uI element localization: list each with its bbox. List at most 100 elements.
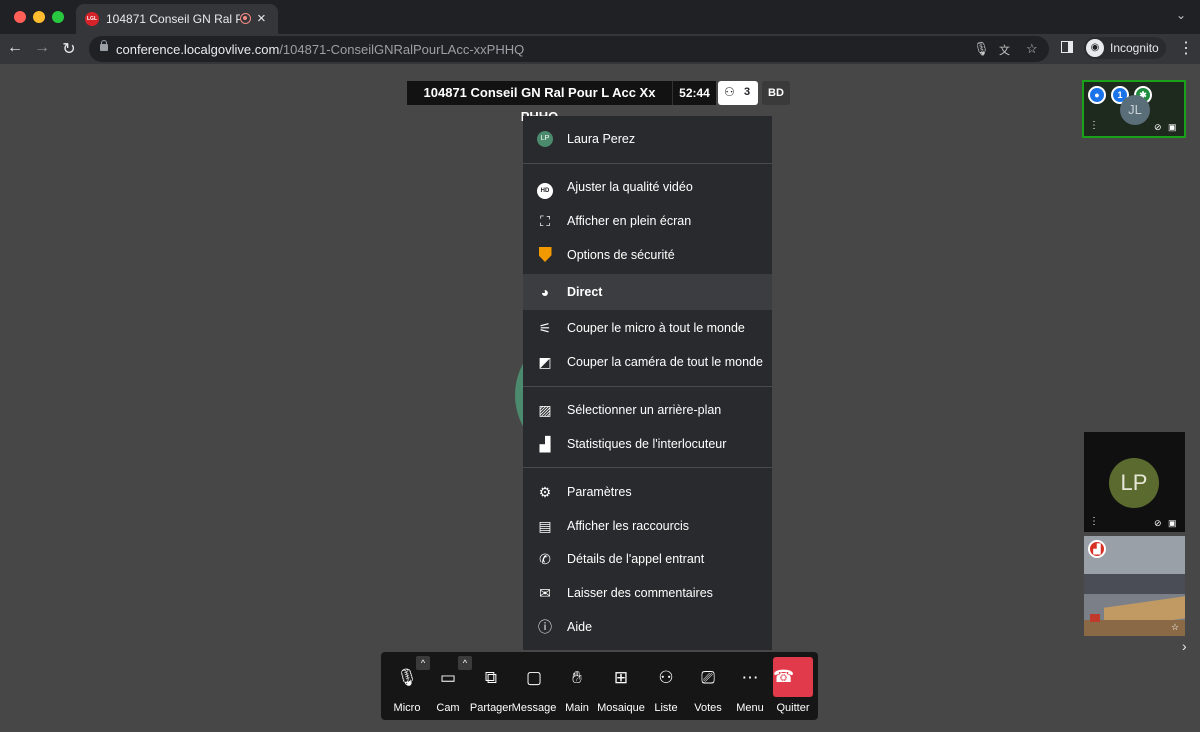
thumbnail-participant-jl[interactable]: ● 1 ✱ JL ⋮ ⊘ ▣ xyxy=(1082,80,1186,138)
more-options-menu: LP Laura Perez HD Ajuster la qualité vid… xyxy=(523,116,772,650)
hang-up-icon: ☎ xyxy=(773,667,795,686)
url-text: conference.localgovlive.com/104871-Conse… xyxy=(116,42,525,57)
localgovlive-favicon-icon: LGL xyxy=(85,12,99,26)
menu-item-live[interactable]: ◕ Direct xyxy=(523,274,772,310)
avatar: LP xyxy=(1109,458,1159,508)
thumbnail-menu-icon[interactable]: ⋮ xyxy=(1089,516,1099,527)
screen-share-icon: ⧉ xyxy=(484,668,498,687)
menu-item-fullscreen[interactable]: ⛶ Afficher en plein écran xyxy=(523,204,772,238)
room-object xyxy=(1090,614,1100,622)
side-panel-icon[interactable] xyxy=(1061,41,1073,53)
user-initials-badge[interactable]: BD xyxy=(762,81,790,105)
stats-icon: ▟ xyxy=(539,436,551,452)
thumbnail-participant-lp[interactable]: LP ⋮ ⊘ ▣ xyxy=(1084,432,1185,532)
pin-icon[interactable]: ☆ xyxy=(1171,622,1179,633)
browser-tab-bar: LGL 104871 Conseil GN Ral Pour × ⌄ xyxy=(0,0,1200,34)
shield-icon xyxy=(537,247,553,263)
tab-search-chevron-icon[interactable]: ⌄ xyxy=(1176,8,1186,22)
incognito-label: Incognito xyxy=(1110,41,1159,55)
microphone-off-icon: 🎙︎ xyxy=(396,668,418,687)
address-bar[interactable]: conference.localgovlive.com/104871-Conse… xyxy=(89,36,1049,62)
tile-view-icon: ⊞ xyxy=(613,668,629,687)
participants-icon: ⚇ xyxy=(658,668,674,687)
menu-item-background[interactable]: ▨ Sélectionner un arrière-plan xyxy=(523,393,772,427)
lock-icon[interactable] xyxy=(100,40,108,51)
menu-item-settings[interactable]: ⚙ Paramètres xyxy=(523,475,772,509)
menu-item-security[interactable]: Options de sécurité xyxy=(523,238,772,272)
room-floor xyxy=(1084,620,1185,636)
meeting-toolbar: 🎙︎ Micro ^ ▭ Cam ^ ⧉ Partager ▢ Message … xyxy=(381,652,818,720)
bookmark-star-icon[interactable]: ☆ xyxy=(1026,41,1038,57)
more-dots-icon: ⋯ xyxy=(741,668,759,687)
participant-count: 3 xyxy=(744,86,751,98)
quit-label: Quitter xyxy=(776,702,810,714)
document-icon: ▤ xyxy=(538,518,552,534)
feedback-icon: ✉ xyxy=(539,585,551,601)
meeting-timer: 52:44 xyxy=(672,81,716,105)
muted-mic-icon: ⊘ xyxy=(1154,518,1162,528)
image-icon: ▨ xyxy=(538,402,552,418)
raise-hand-icon: ✋︎ xyxy=(572,668,582,687)
participants-icon: ⚇ xyxy=(724,85,735,99)
camera-off-icon: ▭ xyxy=(439,668,457,687)
live-icon: ◕ xyxy=(540,284,550,300)
menu-item-dial-in[interactable]: ✆ Détails de l'appel entrant xyxy=(523,542,772,576)
chat-icon: ▢ xyxy=(525,668,543,687)
tab-title: 104871 Conseil GN Ral Pour xyxy=(106,12,240,26)
recording-indicator-icon xyxy=(240,13,251,24)
menu-item-mute-all[interactable]: ⚟ Couper le micro à tout le monde xyxy=(523,311,772,345)
avatar: LP xyxy=(537,131,553,147)
camera-off-icon: ▣ xyxy=(1168,122,1177,132)
gear-icon: ⚙ xyxy=(538,484,552,500)
chevron-right-icon[interactable]: › xyxy=(1182,638,1187,654)
menu-item-camera-off-all[interactable]: ◩ Couper la caméra de tout le monde xyxy=(523,345,772,379)
avatar: JL xyxy=(1120,95,1150,125)
window-minimize-button[interactable] xyxy=(33,11,45,23)
menu-item-feedback[interactable]: ✉ Laisser des commentaires xyxy=(523,576,772,610)
browser-tab[interactable]: LGL 104871 Conseil GN Ral Pour × xyxy=(76,4,278,34)
forward-arrow-icon[interactable]: → xyxy=(32,39,52,57)
microphone-icon[interactable]: 🎙︎ xyxy=(973,41,990,57)
main-button[interactable]: ✋︎ Main xyxy=(555,652,599,720)
vote-icon: ⎚ xyxy=(701,668,715,687)
menu-item-video-quality[interactable]: HD Ajuster la qualité vidéo xyxy=(523,170,772,204)
incognito-profile-button[interactable]: ◉ Incognito xyxy=(1084,37,1166,59)
room-desk xyxy=(1084,574,1185,594)
message-button[interactable]: ▢ Message xyxy=(512,652,557,720)
mute-all-icon: ⚟ xyxy=(538,320,552,336)
menu-divider xyxy=(523,163,772,164)
tab-close-icon[interactable]: × xyxy=(257,10,266,27)
meeting-title: 104871 Conseil GN Ral Pour L Acc Xx PHHQ xyxy=(407,81,672,124)
phone-icon: ✆ xyxy=(539,551,551,567)
menu-divider xyxy=(523,386,772,387)
hd-icon: HD xyxy=(537,179,553,199)
menu-user-name: Laura Perez xyxy=(567,132,636,146)
help-icon: ⓘ xyxy=(538,619,552,635)
browser-toolbar: ← → ↻ conference.localgovlive.com/104871… xyxy=(0,34,1200,64)
thumbnail-menu-icon[interactable]: ⋮ xyxy=(1089,120,1099,131)
fullscreen-icon: ⛶ xyxy=(540,213,550,229)
menu-item-shortcuts[interactable]: ▤ Afficher les raccourcis xyxy=(523,509,772,543)
browser-menu-icon[interactable]: ⋮ xyxy=(1178,38,1194,58)
back-arrow-icon[interactable]: ← xyxy=(5,39,25,57)
translate-icon[interactable]: 文 xyxy=(999,42,1010,58)
window-maximize-button[interactable] xyxy=(52,11,64,23)
mosaique-button[interactable]: ⊞ Mosaique xyxy=(597,652,645,720)
quit-button[interactable]: ☎ xyxy=(773,657,813,697)
thumbnail-room-video[interactable]: ▟ ☆ xyxy=(1084,536,1185,636)
camera-off-icon: ▣ xyxy=(1168,518,1177,528)
partager-button[interactable]: ⧉ Partager xyxy=(469,652,513,720)
participants-count-button[interactable]: ⚇ 3 xyxy=(718,81,758,105)
incognito-icon: ◉ xyxy=(1086,39,1104,57)
reload-icon[interactable]: ↻ xyxy=(59,39,79,59)
signal-strength-icon: ▟ xyxy=(1088,540,1106,558)
menu-divider xyxy=(523,467,772,468)
muted-mic-icon: ⊘ xyxy=(1154,122,1162,132)
menu-button[interactable]: ⋯ Menu xyxy=(728,652,772,720)
menu-item-stats[interactable]: ▟ Statistiques de l'interlocuteur xyxy=(523,427,772,461)
menu-profile-item[interactable]: LP Laura Perez xyxy=(523,122,772,156)
menu-item-help[interactable]: ⓘ Aide xyxy=(523,610,772,644)
window-close-button[interactable] xyxy=(14,11,26,23)
camera-off-all-icon: ◩ xyxy=(538,354,552,370)
raised-hand-badge-icon: ● xyxy=(1088,86,1106,104)
